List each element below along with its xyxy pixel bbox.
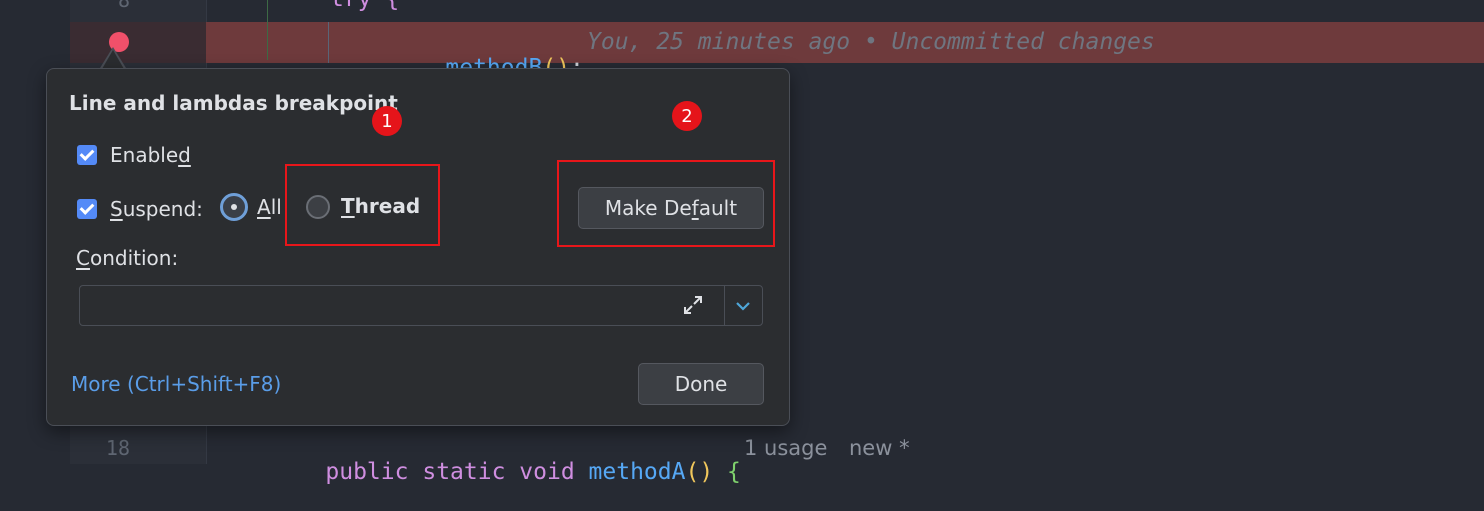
method-name: methodA: [588, 459, 686, 485]
keyword-void: void: [519, 459, 575, 485]
code-line-try: try {: [330, 0, 399, 12]
line-number-18: 18: [105, 436, 130, 460]
line-number-8: 8: [117, 0, 130, 12]
enabled-label[interactable]: Enabled: [110, 143, 191, 167]
suspend-checkbox[interactable]: [77, 199, 97, 219]
open-brace: {: [727, 459, 741, 485]
indent-guide: [328, 22, 329, 63]
enabled-checkbox[interactable]: [77, 145, 97, 165]
git-blame-annotation: You, 25 minutes ago • Uncommitted change…: [587, 29, 1155, 55]
annotation-box-thread: [285, 164, 440, 246]
chevron-down-icon[interactable]: [735, 299, 751, 313]
popup-pointer-fill: [102, 50, 124, 69]
annotation-box-make-default: [557, 160, 775, 247]
suspend-all-radio[interactable]: [220, 193, 248, 221]
new-hint: new *: [849, 436, 910, 460]
gutter-highlight: [70, 22, 206, 63]
annotation-badge-2: 2: [672, 101, 702, 131]
field-divider: [724, 286, 725, 325]
vcs-change-marker: [267, 0, 268, 60]
popup-title: Line and lambdas breakpoint: [69, 91, 398, 115]
code-line-methodA[interactable]: public static void methodA() {: [270, 433, 741, 511]
suspend-all-label[interactable]: All: [257, 195, 282, 219]
annotation-badge-1: 1: [372, 106, 402, 136]
suspend-label[interactable]: Suspend:: [110, 197, 203, 221]
condition-label: Condition:: [76, 246, 179, 270]
condition-input[interactable]: [79, 285, 763, 326]
keyword-public: public: [325, 459, 409, 485]
usage-hint[interactable]: 1 usage: [744, 436, 827, 460]
more-link[interactable]: More (Ctrl+Shift+F8): [71, 372, 281, 396]
parens: (): [685, 459, 714, 485]
keyword-static: static: [422, 459, 506, 485]
expand-icon[interactable]: [682, 294, 704, 316]
done-button[interactable]: Done: [638, 363, 764, 405]
